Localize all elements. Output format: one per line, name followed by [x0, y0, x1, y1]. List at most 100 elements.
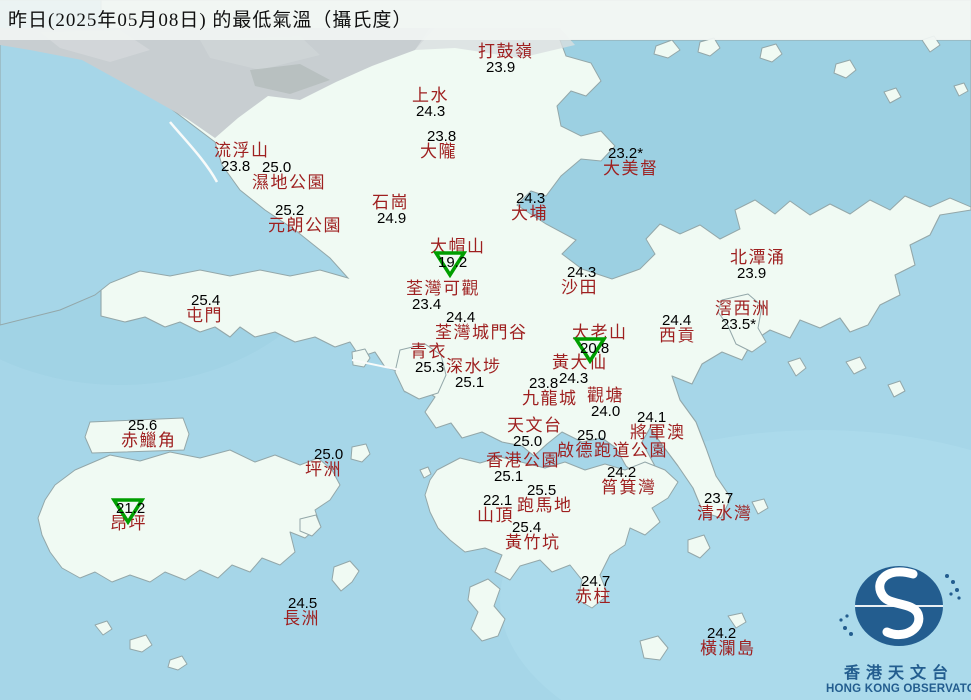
station-temperature-value: 25.0: [577, 427, 607, 444]
station-temperature-value: 20.8: [580, 340, 610, 357]
station-temperature-value: 24.3: [416, 103, 446, 120]
station-name: 香港公園: [486, 451, 560, 470]
station-27: 24.2 筲箕灣: [601, 465, 657, 496]
station-temperature-value: 25.2: [275, 202, 305, 219]
station-name: 打鼓嶺: [478, 42, 534, 61]
station-10: 大帽山 19.2: [430, 238, 486, 271]
station-temperature-value: 23.5*: [721, 316, 757, 333]
station-2: 上水 24.3: [412, 86, 449, 120]
station-temperature-value: 23.9: [737, 265, 767, 282]
station-temperature-value: 25.5: [527, 482, 557, 499]
page-title: 昨日(2025年05月08日) 的最低氣溫（攝氏度）: [8, 10, 413, 31]
station-temperature-value: 23.2*: [608, 145, 644, 162]
station-23: 天文台 25.0: [507, 416, 563, 450]
station-31: 25.4 屯門: [186, 293, 223, 324]
station-33: 25.0 坪洲: [305, 447, 343, 478]
observatory-name-english: HONG KONG OBSERVATORY: [826, 683, 971, 695]
station-13: 24.4 荃灣城門谷: [435, 310, 528, 341]
station-17: 滘西洲 23.5*: [715, 299, 771, 333]
station-22: 觀塘 24.0: [587, 386, 624, 420]
station-name: 北潭涌: [730, 248, 786, 267]
station-38: 24.2 橫瀾島: [700, 626, 756, 657]
hko-min-temp-map: 昨日(2025年05月08日) 的最低氣溫（攝氏度） 打鼓嶺 23.9 上水 24.3…: [0, 0, 971, 700]
station-temperature-value: 25.0: [314, 446, 344, 463]
station-25: 25.0 啟德跑道公園: [557, 428, 668, 459]
station-21: 23.8 九龍城: [522, 376, 578, 407]
station-6: 25.0 濕地公園: [252, 160, 326, 191]
station-name: 滘西洲: [715, 299, 771, 318]
station-name: 沙田: [561, 278, 598, 297]
station-temperature-value: 23.9: [486, 59, 516, 76]
observatory-logo-icon: [839, 566, 961, 646]
station-name: 屯門: [186, 306, 223, 325]
station-14: 大老山 20.8: [572, 324, 628, 357]
station-15: 24.4 西貢: [659, 313, 696, 344]
station-12: 荃灣可觀 23.4: [406, 279, 480, 312]
station-30: 25.4 黃竹坑: [505, 520, 561, 551]
station-9: 24.3 大埔: [511, 191, 548, 222]
station-32: 25.6 赤鱲角: [121, 418, 177, 449]
station-temperature-value: 23.7: [704, 490, 734, 507]
station-temperature-value: 25.3: [415, 359, 445, 376]
station-name: 大隴: [420, 142, 457, 161]
station-temperature-value: 24.7: [581, 573, 611, 590]
station-7: 25.2 元朗公園: [268, 203, 342, 234]
station-name: 橫瀾島: [700, 639, 756, 658]
station-temperature-value: 21.2: [116, 500, 146, 517]
station-36: 23.7 清水灣: [697, 491, 753, 522]
station-name: 赤柱: [575, 587, 612, 606]
station-name: 荃灣可觀: [406, 279, 480, 298]
station-4: 23.2* 大美督: [603, 146, 659, 177]
station-name: 赤鱲角: [121, 431, 177, 450]
station-3: 23.8 大隴: [420, 129, 457, 160]
station-18: 青衣 25.3: [410, 342, 447, 376]
station-temperature-value: 24.4: [662, 312, 692, 329]
station-name: 跑馬地: [517, 496, 573, 515]
station-temperature-value: 24.0: [591, 403, 621, 420]
station-28: 25.5 跑馬地: [517, 483, 573, 514]
station-name: 石崗: [372, 193, 409, 212]
station-temperature-value: 24.3: [567, 264, 597, 281]
station-temperature-value: 24.2: [707, 625, 737, 642]
station-temperature-value: 25.6: [128, 417, 158, 434]
station-name: 西貢: [659, 326, 696, 345]
station-19: 深水埗 25.1: [446, 358, 502, 391]
station-temperature-value: 24.9: [377, 210, 407, 227]
station-11: 24.3 沙田: [561, 265, 598, 296]
station-temperature-value: 25.1: [455, 374, 485, 391]
station-35: 24.5 長洲: [283, 596, 320, 627]
station-temperature-value: 24.5: [288, 595, 318, 612]
station-name: 濕地公園: [252, 173, 326, 192]
station-37: 24.7 赤柱: [575, 574, 612, 605]
station-1: 打鼓嶺 23.9: [478, 42, 534, 76]
station-8: 石崗 24.9: [372, 193, 409, 227]
station-26: 香港公園 25.1: [486, 451, 560, 484]
station-temperature-value: 24.2: [607, 464, 637, 481]
station-name: 上水: [412, 86, 449, 105]
station-name: 觀塘: [587, 386, 624, 405]
station-temperature-value: 24.4: [446, 309, 476, 326]
station-name: 長洲: [283, 609, 320, 628]
station-temperature-value: 23.8: [427, 128, 457, 145]
station-temperature-value: 19.2: [438, 254, 468, 271]
station-name: 坪洲: [305, 460, 342, 479]
station-name: 青衣: [410, 342, 447, 361]
station-name: 元朗公園: [268, 216, 342, 235]
station-temperature-value: 22.1: [483, 492, 513, 509]
station-name: 清水灣: [697, 504, 753, 523]
station-name: 流浮山: [214, 141, 270, 160]
station-name: 大埔: [511, 204, 548, 223]
station-temperature-value: 25.0: [513, 433, 543, 450]
station-name: 天文台: [507, 416, 563, 435]
station-name: 啟德跑道公園: [557, 441, 668, 460]
station-temperature-value: 24.1: [637, 409, 667, 426]
station-temperature-value: 25.0: [262, 159, 292, 176]
station-16: 北潭涌 23.9: [730, 248, 786, 282]
observatory-name-chinese: 香港天文台: [843, 665, 954, 682]
station-name: 筲箕灣: [601, 478, 657, 497]
station-name: 黃竹坑: [505, 533, 561, 552]
station-temperature-value: 25.4: [191, 292, 221, 309]
station-temperature-value: 25.4: [512, 519, 542, 536]
station-temperature-value: 23.8: [529, 375, 559, 392]
hko-logo: 香港天文台 HONG KONG OBSERVATORY: [826, 560, 971, 695]
